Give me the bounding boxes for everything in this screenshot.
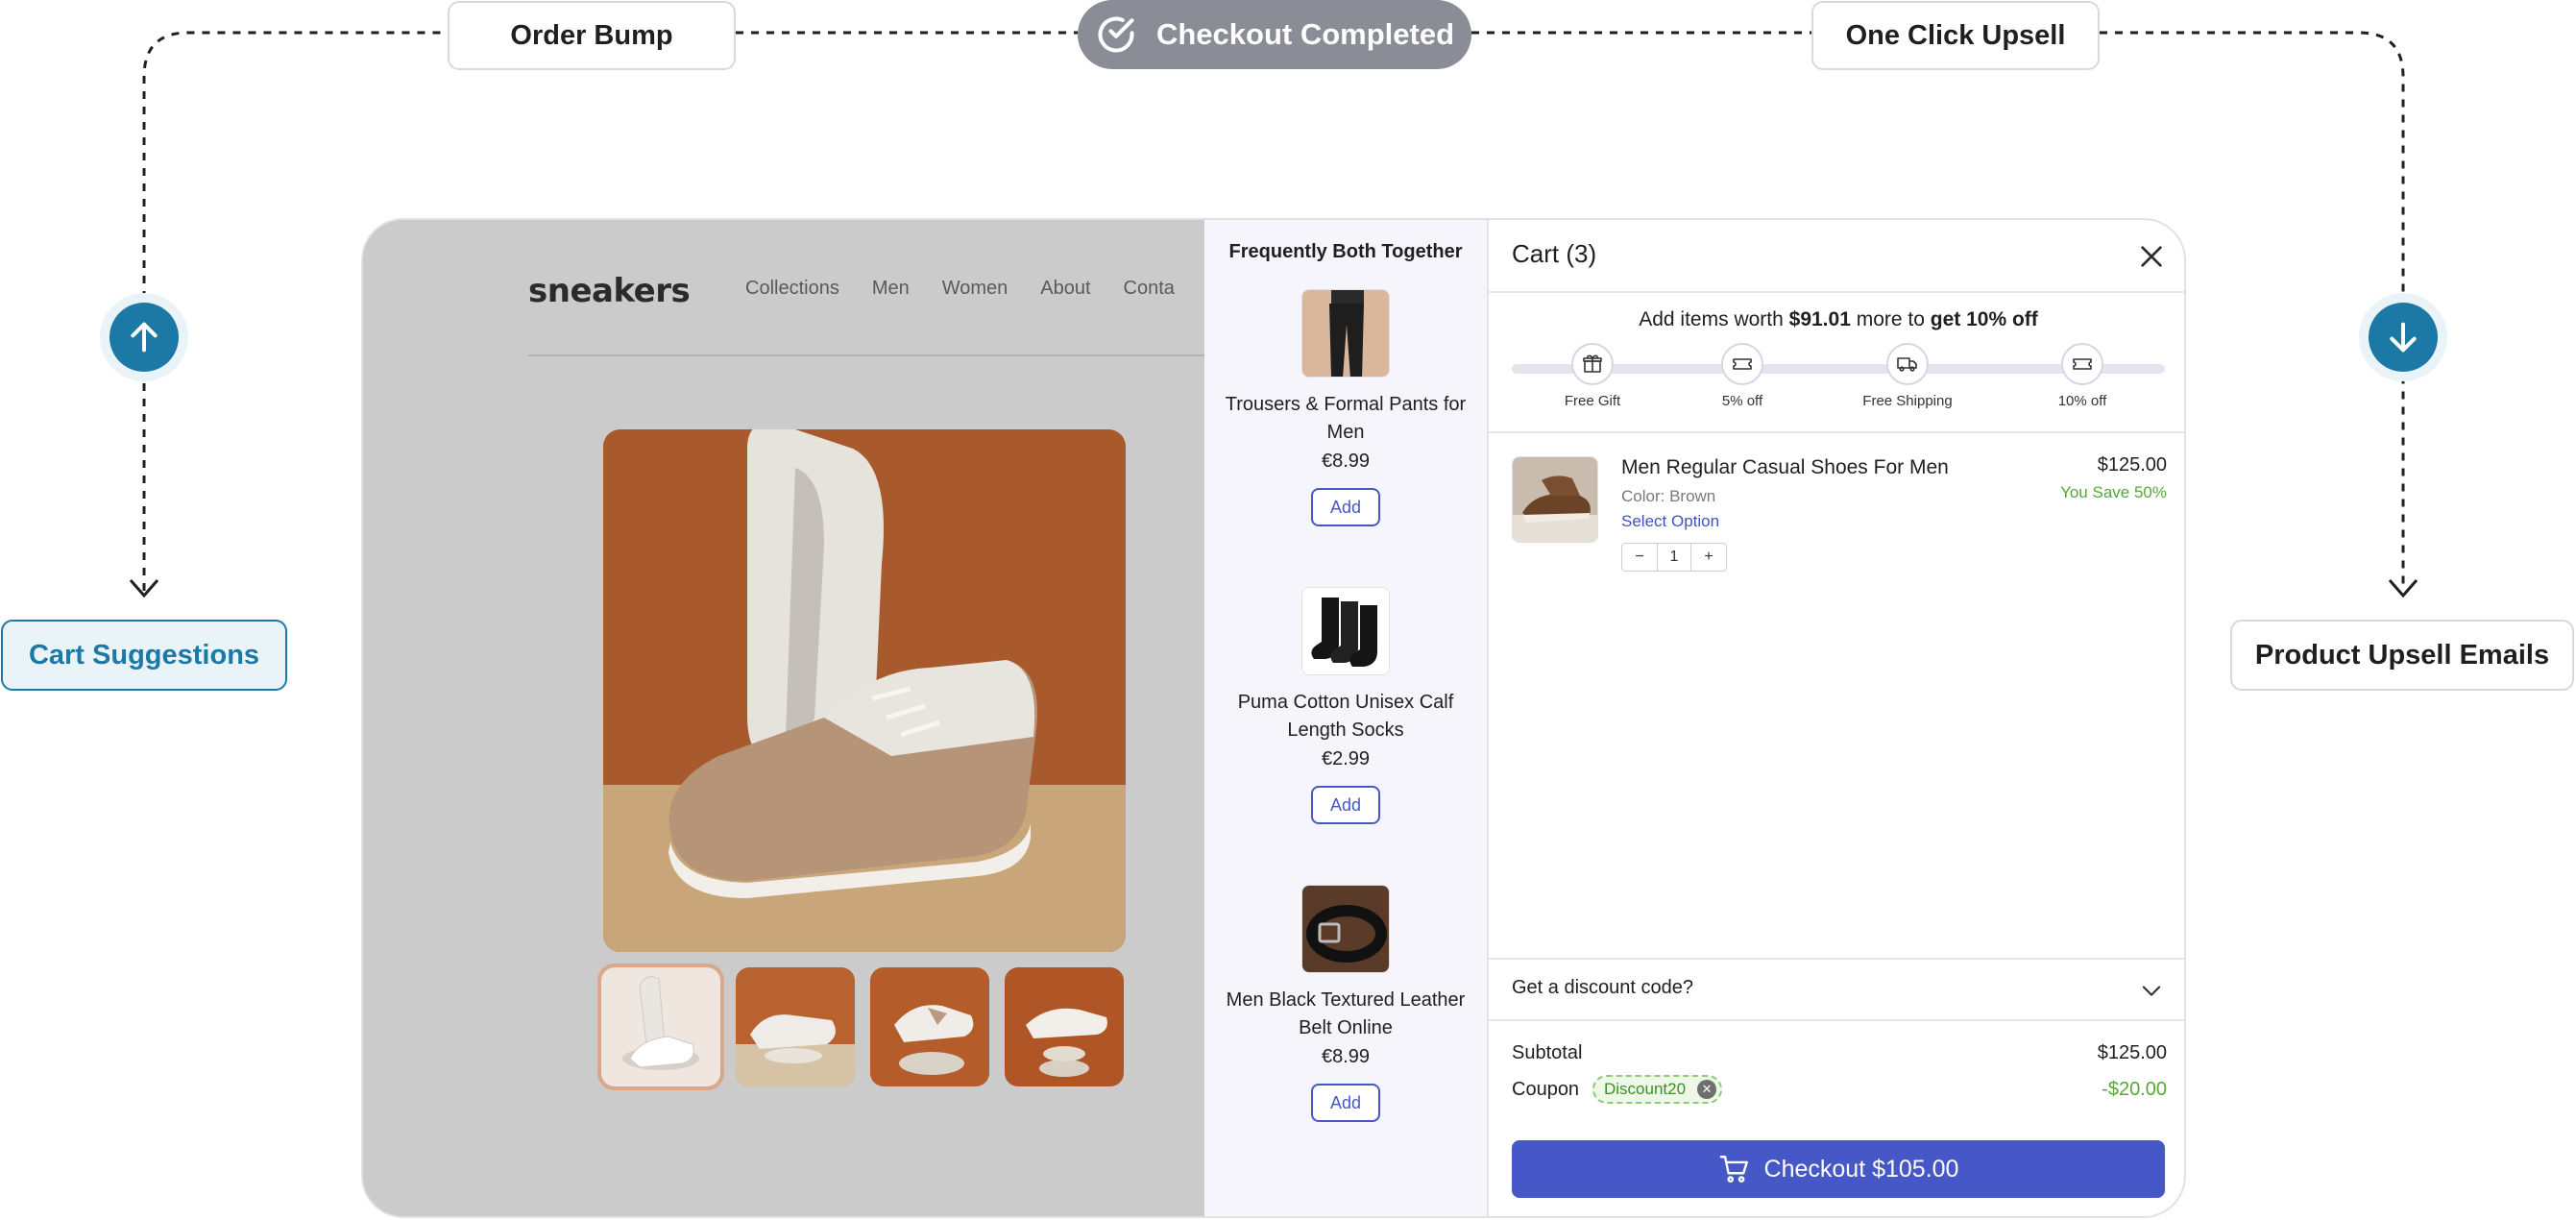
fbt-item: Men Black Textured Leather Belt Online €… bbox=[1204, 885, 1487, 1122]
qty-value[interactable]: 1 bbox=[1657, 544, 1691, 571]
nav-men[interactable]: Men bbox=[872, 278, 910, 300]
belt-image[interactable] bbox=[1301, 885, 1390, 973]
trousers-image[interactable] bbox=[1301, 289, 1390, 378]
one-click-upsell-pill[interactable]: One Click Upsell bbox=[1811, 1, 2100, 70]
arrow-up-icon bbox=[131, 322, 158, 353]
fbt-add-button[interactable]: Add bbox=[1311, 786, 1380, 824]
fbt-item-price: €8.99 bbox=[1321, 1046, 1371, 1067]
cart-item-price: $125.00 bbox=[2097, 454, 2167, 476]
fbt-item-name: Trousers & Formal Pants for Men bbox=[1225, 394, 1467, 443]
fbt-item-price: €8.99 bbox=[1321, 451, 1371, 472]
discount-code-toggle[interactable]: Get a discount code? bbox=[1489, 958, 2184, 1021]
gift-icon bbox=[1583, 354, 1602, 373]
milestone-label: 5% off bbox=[1721, 393, 1763, 409]
reward-amount: $91.01 bbox=[1788, 308, 1851, 330]
frequently-bought-together-panel: Frequently Both Together Trousers & Form… bbox=[1204, 220, 1489, 1216]
arrow-up-button[interactable] bbox=[109, 303, 179, 372]
cart-drawer: Cart (3) Add items worth $91.01 more to … bbox=[1489, 220, 2184, 1216]
truck-icon bbox=[1897, 357, 1917, 372]
milestone-label: 10% off bbox=[2057, 393, 2107, 409]
ticket-icon bbox=[2073, 358, 2092, 370]
milestone-free-shipping: Free Shipping bbox=[1850, 343, 1965, 409]
chevron-down-icon bbox=[2142, 986, 2161, 996]
checkout-completed-label: Checkout Completed bbox=[1155, 17, 1455, 51]
fbt-item: Puma Cotton Unisex Calf Length Socks €2.… bbox=[1204, 587, 1487, 824]
reward-message: Add items worth $91.01 more to get 10% o… bbox=[1489, 308, 2184, 331]
thumbnail-4[interactable] bbox=[1005, 967, 1124, 1086]
cart-title: Cart (3) bbox=[1512, 239, 1597, 268]
milestone-label: Free Shipping bbox=[1862, 393, 1953, 409]
qty-decrease-button[interactable]: − bbox=[1622, 544, 1657, 571]
close-icon[interactable] bbox=[2136, 241, 2167, 272]
cart-item-name[interactable]: Men Regular Casual Shoes For Men bbox=[1621, 456, 1949, 479]
store-logo[interactable]: sneakers bbox=[528, 272, 691, 310]
product-hero-image bbox=[603, 429, 1126, 952]
cart-item-savings: You Save 50% bbox=[2060, 483, 2167, 501]
coupon-label: Coupon bbox=[1512, 1079, 1580, 1100]
quantity-stepper: − 1 + bbox=[1621, 543, 1727, 572]
milestone-10-off: 10% off bbox=[2025, 343, 2140, 409]
thumbnail-2[interactable] bbox=[736, 967, 855, 1086]
socks-image[interactable] bbox=[1301, 587, 1390, 675]
order-bump-pill[interactable]: Order Bump bbox=[448, 1, 736, 70]
fbt-item: Trousers & Formal Pants for Men €8.99 Ad… bbox=[1204, 289, 1487, 526]
fbt-title: Frequently Both Together bbox=[1228, 241, 1463, 262]
select-option-link[interactable]: Select Option bbox=[1621, 512, 1719, 531]
cart-icon bbox=[1719, 1156, 1748, 1183]
checkout-completed-pill[interactable]: Checkout Completed bbox=[1078, 0, 1471, 69]
arrow-down-icon bbox=[2390, 322, 2417, 353]
cart-divider bbox=[1489, 431, 2184, 433]
thumbnail-3[interactable] bbox=[870, 967, 989, 1086]
thumbnail-1[interactable] bbox=[597, 964, 724, 1090]
fbt-add-button[interactable]: Add bbox=[1311, 1084, 1380, 1122]
sneaker-illustration bbox=[603, 429, 1126, 952]
check-circle-icon bbox=[1098, 16, 1134, 53]
reward-goal: get 10% off bbox=[1930, 308, 2038, 330]
checkout-button[interactable]: Checkout $105.00 bbox=[1512, 1140, 2165, 1198]
nav-contact[interactable]: Conta bbox=[1124, 278, 1175, 300]
subtotal-value: $125.00 bbox=[2097, 1042, 2167, 1063]
cart-suggestions-pill[interactable]: Cart Suggestions bbox=[1, 620, 287, 691]
discount-code-label: Get a discount code? bbox=[1512, 977, 1694, 998]
coupon-code: Discount20 bbox=[1604, 1080, 1687, 1098]
subtotal-label: Subtotal bbox=[1512, 1042, 1583, 1063]
fbt-item-name: Men Black Textured Leather Belt Online bbox=[1226, 989, 1466, 1038]
product-thumbnails bbox=[597, 964, 1124, 1090]
cart-divider bbox=[1489, 291, 2184, 293]
checkout-label: Checkout $105.00 bbox=[1763, 1155, 1959, 1183]
cart-item-image[interactable] bbox=[1512, 456, 1598, 543]
milestone-label: Free Gift bbox=[1564, 393, 1621, 409]
remove-coupon-icon[interactable]: ✕ bbox=[1697, 1080, 1717, 1099]
store-nav: Collections Men Women About Conta bbox=[745, 278, 1175, 300]
fbt-add-button[interactable]: Add bbox=[1311, 488, 1380, 526]
nav-women[interactable]: Women bbox=[942, 278, 1009, 300]
coupon-value: -$20.00 bbox=[2102, 1079, 2167, 1100]
nav-collections[interactable]: Collections bbox=[745, 278, 839, 300]
cart-item-color: Color: Brown bbox=[1621, 487, 1716, 505]
coupon-chip: Discount20 ✕ bbox=[1592, 1075, 1723, 1104]
milestone-5-off: 5% off bbox=[1685, 343, 1800, 409]
milestone-free-gift: Free Gift bbox=[1535, 343, 1650, 409]
store-divider bbox=[528, 354, 1204, 356]
qty-increase-button[interactable]: + bbox=[1691, 544, 1726, 571]
fbt-item-price: €2.99 bbox=[1321, 748, 1371, 769]
reward-prefix: Add items worth bbox=[1639, 308, 1789, 330]
product-upsell-emails-pill[interactable]: Product Upsell Emails bbox=[2230, 620, 2574, 691]
ticket-icon bbox=[1733, 358, 1752, 370]
arrow-down-button[interactable] bbox=[2369, 303, 2438, 372]
fbt-item-name: Puma Cotton Unisex Calf Length Socks bbox=[1237, 692, 1454, 741]
nav-about[interactable]: About bbox=[1040, 278, 1090, 300]
store-page: sneakers Collections Men Women About Con… bbox=[363, 220, 1204, 1216]
storefront-frame: sneakers Collections Men Women About Con… bbox=[361, 218, 2186, 1218]
reward-middle: more to bbox=[1850, 308, 1931, 330]
